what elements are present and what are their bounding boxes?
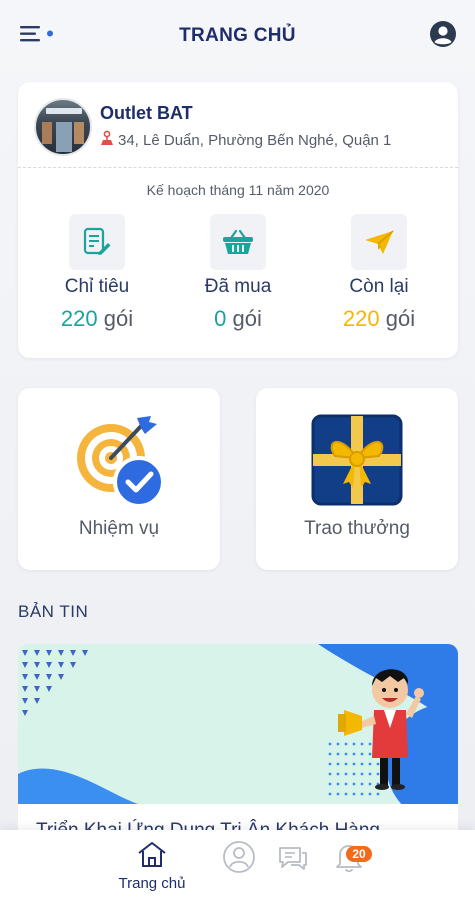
nav-home-label: Trang chủ (118, 875, 186, 892)
bottom-nav: Trang chủ (0, 830, 475, 900)
nav-messages[interactable] (276, 840, 310, 879)
top-bar: TRANG CHỦ (0, 0, 475, 72)
bell-icon (332, 845, 366, 878)
paper-plane-icon (351, 214, 407, 270)
target-check-icon (71, 412, 167, 513)
stat-bought-value-row: 0 gói (183, 306, 293, 332)
document-edit-icon (69, 214, 125, 270)
rewards-tile[interactable]: Trao thưởng (256, 388, 458, 570)
stat-bought-label: Đã mua (204, 276, 272, 297)
stat-target-label: Chỉ tiêu (64, 276, 130, 297)
news-card[interactable]: Triển Khai Ứng Dụng Tri Ân Khách Hàng (18, 644, 458, 844)
chat-icon (276, 847, 310, 878)
account-circle-icon[interactable] (429, 20, 457, 48)
outlet-avatar (34, 97, 92, 156)
stat-remaining-unit: gói (385, 306, 416, 331)
stat-remaining: Còn lại 220 gói (324, 214, 434, 332)
stat-target: Chỉ tiêu 220 gói (42, 214, 152, 332)
news-section-title: BẢN TIN (18, 602, 89, 621)
rewards-label: Trao thưởng (304, 518, 410, 539)
stat-bought: Đã mua 0 gói (183, 214, 293, 332)
stat-bought-value: 0 (214, 306, 227, 331)
location-pin-icon (100, 130, 118, 150)
menu-icon[interactable] (18, 22, 58, 46)
shopping-basket-icon (210, 214, 266, 270)
plan-title: Kế hoạch tháng 11 năm 2020 (146, 182, 330, 198)
nav-community[interactable] (222, 840, 256, 879)
users-icon (222, 841, 256, 878)
stat-remaining-label: Còn lại (349, 276, 409, 297)
missions-label: Nhiệm vụ (78, 518, 160, 539)
gift-box-icon (309, 412, 405, 513)
stat-target-value-row: 220 gói (42, 306, 152, 332)
stat-bought-unit: gói (232, 306, 262, 331)
news-banner-image (18, 644, 458, 804)
outlet-address: 34, Lê Duẩn, Phường Bến Nghé, Quận 1 (118, 131, 392, 149)
stat-remaining-value-row: 220 gói (324, 306, 434, 332)
stats-row: Chỉ tiêu 220 gói Đã mua 0 gói Còn lại 22… (18, 214, 458, 332)
nav-home[interactable]: Trang chủ (108, 840, 196, 892)
stat-target-unit: gói (103, 306, 134, 331)
stat-target-value: 220 (60, 306, 98, 331)
home-icon (136, 842, 168, 872)
outlet-address-row: 34, Lê Duẩn, Phường Bến Nghé, Quận 1 (100, 130, 391, 150)
page-title: TRANG CHỦ (179, 25, 296, 46)
notification-badge: 20 (346, 846, 372, 862)
stat-remaining-value: 220 (342, 306, 380, 331)
outlet-card: Outlet BAT 34, Lê Duẩn, Phường Bến Nghé,… (18, 82, 458, 358)
outlet-name: Outlet BAT (100, 103, 193, 123)
missions-tile[interactable]: Nhiệm vụ (18, 388, 220, 570)
outlet-header: Outlet BAT 34, Lê Duẩn, Phường Bến Nghé,… (18, 82, 458, 168)
